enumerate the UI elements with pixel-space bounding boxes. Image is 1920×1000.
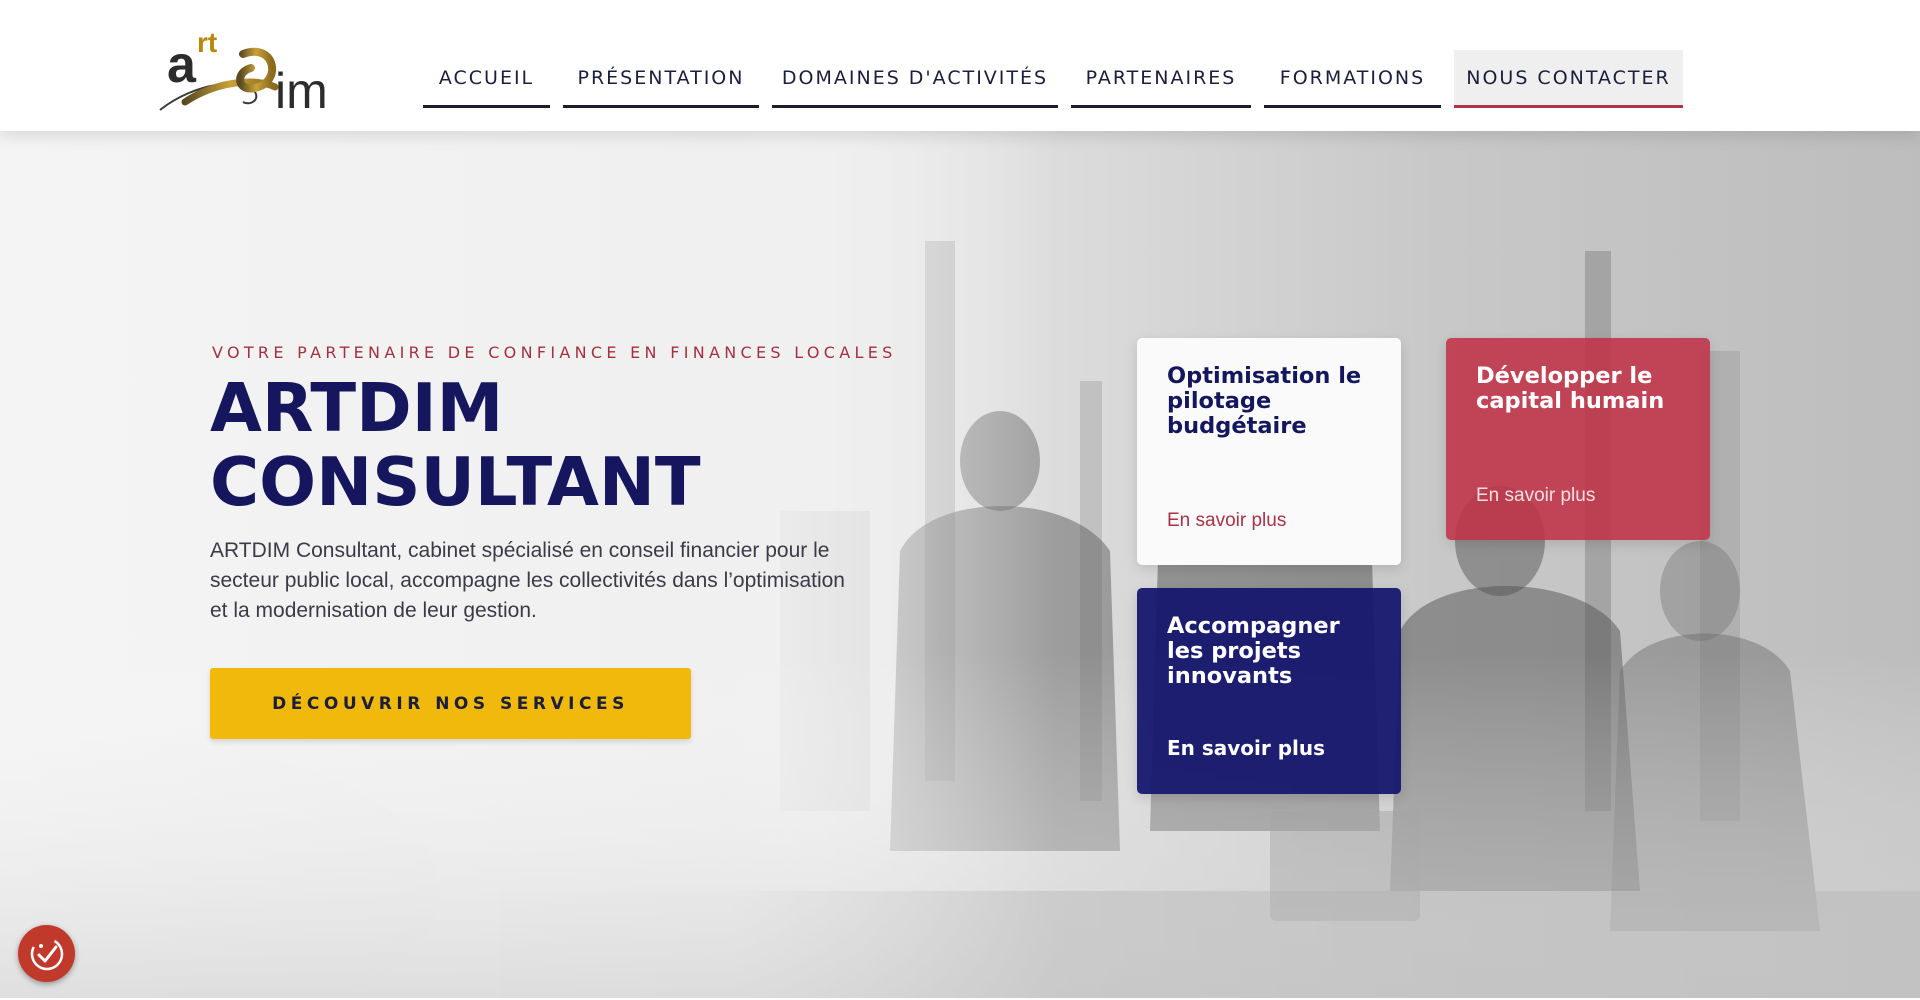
discover-services-button[interactable]: DÉCOUVRIR NOS SERVICES xyxy=(210,668,691,739)
site-header: a rt im ACCUEIL PRÉSENTATION DOMAINES D'… xyxy=(0,0,1920,131)
accessibility-check-icon xyxy=(30,937,63,970)
card-link-en-savoir-plus[interactable]: En savoir plus xyxy=(1167,510,1286,532)
card-title: Accompagner les projets innovants xyxy=(1167,613,1340,689)
nav-item-partenaires[interactable]: PARTENAIRES xyxy=(1071,50,1251,108)
svg-text:im: im xyxy=(275,63,328,117)
card-projets-innovants[interactable]: Accompagner les projets innovants En sav… xyxy=(1137,588,1401,794)
site-logo[interactable]: a rt im xyxy=(155,22,350,117)
svg-text:rt: rt xyxy=(197,27,217,58)
hero-title: ARTDIM CONSULTANT xyxy=(210,371,910,519)
hero-tagline: VOTRE PARTENAIRE DE CONFIANCE EN FINANCE… xyxy=(212,343,897,362)
card-title: Optimisation le pilotage budgétaire xyxy=(1167,363,1362,439)
card-link-en-savoir-plus[interactable]: En savoir plus xyxy=(1476,485,1595,507)
card-capital-humain[interactable]: Développer le capital humain En savoir p… xyxy=(1446,338,1710,540)
nav-item-domaines-activites[interactable]: DOMAINES D'ACTIVITÉS xyxy=(772,50,1058,108)
svg-text:a: a xyxy=(167,36,197,94)
nav-item-nous-contacter[interactable]: NOUS CONTACTER xyxy=(1454,50,1683,108)
card-title: Développer le capital humain xyxy=(1476,363,1665,414)
hero-section: VOTRE PARTENAIRE DE CONFIANCE EN FINANCE… xyxy=(0,131,1920,1000)
nav-item-accueil[interactable]: ACCUEIL xyxy=(423,50,550,108)
main-nav: ACCUEIL PRÉSENTATION DOMAINES D'ACTIVITÉ… xyxy=(423,50,1696,108)
hero-title-line2: CONSULTANT xyxy=(210,443,701,521)
nav-item-presentation[interactable]: PRÉSENTATION xyxy=(563,50,759,108)
artdim-logo-icon: a rt im xyxy=(159,27,328,117)
hero-description: ARTDIM Consultant, cabinet spécialisé en… xyxy=(210,539,845,622)
card-link-en-savoir-plus[interactable]: En savoir plus xyxy=(1167,736,1325,760)
hero-title-line1: ARTDIM xyxy=(210,369,504,447)
nav-item-formations[interactable]: FORMATIONS xyxy=(1264,50,1441,108)
accessibility-button[interactable] xyxy=(18,925,75,982)
card-pilotage-budgetaire[interactable]: Optimisation le pilotage budgétaire En s… xyxy=(1137,338,1401,565)
